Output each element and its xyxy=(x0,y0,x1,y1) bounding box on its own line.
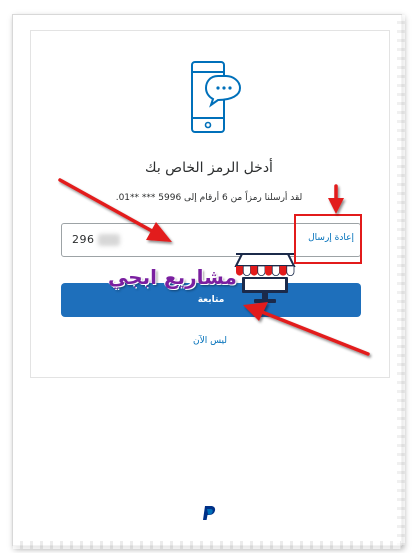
paypal-logo xyxy=(203,506,216,520)
phone-chat-icon xyxy=(191,61,242,133)
storefront-icon xyxy=(234,253,296,303)
code-input-value: 296 xyxy=(72,233,95,246)
not-now-link[interactable]: ليس الآن xyxy=(60,336,360,346)
resend-highlight-box xyxy=(294,214,362,264)
watermark-text: مشاريع ابجي xyxy=(108,265,237,289)
code-blur-mask xyxy=(98,234,120,246)
page-title: أدخل الرمز الخاص بك xyxy=(145,160,273,176)
torn-edge-right xyxy=(397,15,405,545)
torn-edge-bottom xyxy=(13,541,401,549)
continue-button-label: متابعة xyxy=(197,295,225,305)
sent-code-message: لقد أرسلنا رمزاً من 6 أرقام إلى 5996 ***… xyxy=(115,193,303,203)
